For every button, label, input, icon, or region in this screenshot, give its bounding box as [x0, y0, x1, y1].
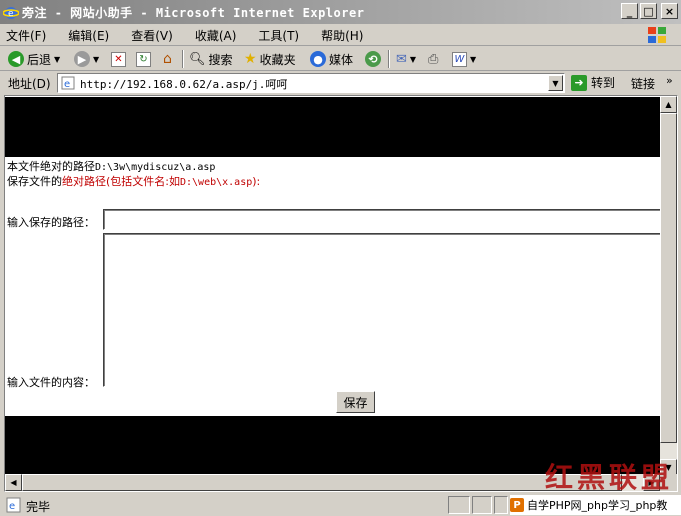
page-viewport: 本文件绝对的路径D:\3w\mydiscuz\a.asp 保存文件的绝对路径(包…: [4, 95, 678, 492]
favorites-button[interactable]: ★ 收藏夹: [244, 49, 296, 69]
scroll-left-icon[interactable]: ◀: [5, 474, 22, 491]
forward-button[interactable]: ▶ ▼: [74, 49, 99, 69]
watermark-text: 红黑联盟: [545, 461, 674, 492]
menu-file[interactable]: 文件(F): [6, 27, 46, 44]
menu-bar: 文件(F) 编辑(E) 查看(V) 收藏(A) 工具(T) 帮助(H): [0, 24, 681, 46]
address-dropdown-icon[interactable]: ▼: [548, 75, 563, 91]
save-example: D:\web\x.asp: [180, 177, 253, 188]
svg-text:e: e: [8, 9, 14, 19]
forward-arrow-icon: ▶: [74, 51, 90, 67]
path-input-label: 输入保存的路径：: [7, 216, 95, 229]
save-prefix: 保存文件的: [7, 175, 62, 188]
go-button[interactable]: ➜ 转到: [571, 74, 615, 91]
ie-page-icon: e: [61, 76, 75, 90]
stop-icon: ✕: [111, 51, 126, 67]
word-edit-icon: W: [452, 51, 467, 67]
php-logo-icon: P: [510, 498, 524, 512]
address-input[interactable]: e http://192.168.0.62/a.asp/j.呵呵 ▼: [57, 73, 565, 93]
menu-view[interactable]: 查看(V): [131, 27, 173, 44]
mail-button[interactable]: ✉ ▼: [396, 49, 416, 69]
back-label: 后退: [27, 52, 52, 67]
go-label: 转到: [591, 76, 616, 90]
close-button[interactable]: ×: [661, 3, 678, 19]
status-pane: [494, 496, 508, 514]
svg-text:e: e: [9, 501, 15, 512]
back-button[interactable]: ◀ 后退 ▼: [8, 49, 60, 69]
back-arrow-icon: ◀: [8, 51, 24, 67]
links-button[interactable]: 链接: [631, 75, 655, 92]
save-instructions: 保存文件的绝对路径(包括文件名:如D:\web\x.asp):: [7, 173, 260, 189]
address-url: http://192.168.0.62/a.asp/j.呵呵: [80, 78, 288, 91]
search-button[interactable]: 🔍︎ 搜索: [189, 49, 233, 69]
links-more-icon[interactable]: »: [666, 74, 673, 87]
vertical-scrollbar[interactable]: ▲ ▼: [660, 96, 677, 476]
path-value: D:\3w\mydiscuz\a.asp: [95, 162, 216, 173]
status-pane: [472, 496, 492, 514]
menu-tools[interactable]: 工具(T): [258, 27, 299, 44]
go-arrow-icon: ➜: [571, 74, 587, 91]
search-label: 搜索: [208, 52, 233, 67]
windows-logo-icon: [648, 27, 666, 43]
save-red-text: 绝对路径(包括文件名:如: [62, 175, 180, 188]
save-button[interactable]: 保存: [336, 391, 375, 413]
standard-toolbar: ◀ 后退 ▼ ▶ ▼ ✕ ↻ ⌂ 🔍︎ 搜索 ★ 收藏夹 ● 媒体 ⟲ ✉ ▼ …: [0, 47, 681, 71]
status-bar: e 完毕 P 自学PHP网_php学习_php教: [0, 493, 681, 516]
home-icon: ⌂: [163, 51, 172, 67]
ad-banner[interactable]: P 自学PHP网_php学习_php教: [510, 495, 681, 515]
forward-dropdown-icon[interactable]: ▼: [93, 55, 99, 64]
current-path-line: 本文件绝对的路径D:\3w\mydiscuz\a.asp: [7, 158, 215, 174]
edit-dropdown-icon[interactable]: ▼: [470, 55, 476, 64]
status-text: 完毕: [26, 500, 51, 514]
ie-logo-icon: e: [3, 7, 19, 19]
window-title: 旁注 - 网站小助手 - Microsoft Internet Explorer: [22, 6, 365, 20]
star-icon: ★: [244, 51, 257, 67]
refresh-button[interactable]: ↻: [136, 49, 151, 69]
media-button[interactable]: ● 媒体: [310, 49, 353, 69]
content-label: 输入文件的内容：: [7, 376, 95, 389]
file-content-textarea[interactable]: [103, 233, 663, 387]
print-button[interactable]: ⎙: [428, 49, 438, 69]
menu-favorites[interactable]: 收藏(A): [195, 27, 237, 44]
horizontal-scroll-thumb[interactable]: [22, 474, 622, 491]
history-icon: ⟲: [365, 51, 381, 67]
search-icon: 🔍︎: [189, 51, 206, 67]
back-dropdown-icon[interactable]: ▼: [54, 55, 60, 64]
toolbar-separator: [182, 50, 184, 68]
print-icon: ⎙: [428, 51, 439, 67]
mail-dropdown-icon[interactable]: ▼: [410, 55, 416, 64]
history-button[interactable]: ⟲: [365, 49, 381, 69]
media-globe-icon: ●: [310, 51, 326, 67]
maximize-button[interactable]: □: [640, 3, 657, 19]
status-pane: [448, 496, 470, 514]
media-label: 媒体: [329, 52, 354, 67]
ad-text: 自学PHP网_php学习_php教: [527, 499, 668, 512]
save-suffix: ):: [252, 175, 261, 188]
address-bar: 地址(D) e http://192.168.0.62/a.asp/j.呵呵 ▼…: [0, 72, 681, 94]
vertical-scroll-thumb[interactable]: [660, 113, 677, 443]
toolbar-separator: [388, 50, 390, 68]
scroll-up-icon[interactable]: ▲: [660, 96, 677, 113]
stop-button[interactable]: ✕: [111, 49, 126, 69]
favorites-label: 收藏夹: [259, 52, 296, 67]
path-label: 本文件绝对的路径: [7, 160, 95, 173]
page-content: 本文件绝对的路径D:\3w\mydiscuz\a.asp 保存文件的绝对路径(包…: [5, 96, 663, 476]
menu-help[interactable]: 帮助(H): [321, 27, 363, 44]
black-banner-top: [5, 97, 660, 157]
menu-edit[interactable]: 编辑(E): [68, 27, 109, 44]
address-label: 地址(D): [8, 77, 51, 91]
ie-page-icon: e: [6, 497, 21, 513]
save-path-input[interactable]: [103, 209, 663, 230]
refresh-icon: ↻: [136, 51, 151, 67]
home-button[interactable]: ⌂: [160, 49, 175, 69]
title-bar: e 旁注 - 网站小助手 - Microsoft Internet Explor…: [0, 0, 681, 24]
minimize-button[interactable]: _: [621, 3, 638, 19]
mail-icon: ✉: [396, 51, 407, 67]
edit-button[interactable]: W ▼: [452, 49, 476, 69]
svg-text:e: e: [64, 79, 70, 90]
